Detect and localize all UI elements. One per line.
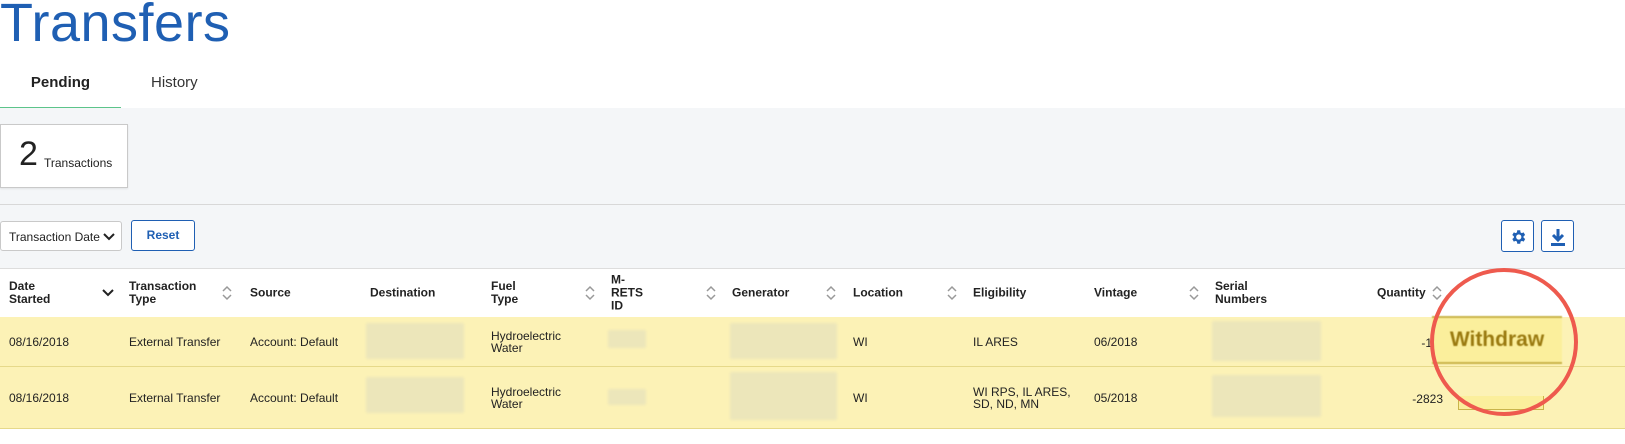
cell-date-started: 08/16/2018 [9,335,70,349]
settings-button[interactable] [1501,220,1534,252]
cell-source: Account: Default [250,391,339,405]
cell-location: WI [853,391,868,405]
transaction-count-card: 2 Transactions [0,124,128,188]
cell-fuel-type: Hydroelectric Water [491,385,562,411]
table-header: Date Started Transaction Type Source Des… [0,268,1625,318]
chevron-down-icon [102,289,114,297]
withdraw-button[interactable] [1458,396,1544,410]
page-title: Transfers [0,0,231,53]
cell-vintage: 05/2018 [1094,391,1138,405]
sort-icon [1432,285,1442,301]
download-button[interactable] [1541,220,1574,252]
redacted-destination [366,323,464,359]
sort-icon [585,285,595,301]
tab-bar: Pending History [0,60,1625,111]
cell-fuel-type: Hydroelectric Water [491,329,562,355]
tab-history[interactable]: History [151,74,198,91]
redacted-mrets-id [608,389,646,405]
col-transaction-type[interactable]: Transaction Type [129,269,232,317]
tab-pending[interactable]: Pending [0,74,121,111]
transaction-count-label: Transactions [44,156,113,170]
cell-eligibility: IL ARES [973,335,1018,349]
table-row[interactable]: 08/16/2018 External Transfer Account: De… [0,317,1625,367]
cell-location: WI [853,335,868,349]
redacted-mrets-id [608,330,646,348]
sort-icon [826,285,836,301]
cell-transaction-type: External Transfer [129,335,221,349]
transaction-count: 2 [19,135,38,173]
sort-select[interactable]: Transaction Date [0,221,122,251]
redacted-destination [366,377,464,413]
redacted-serial-numbers [1212,321,1321,361]
table-row[interactable]: 08/16/2018 External Transfer Account: De… [0,367,1625,429]
cell-date-started: 08/16/2018 [9,391,70,405]
sort-icon [1189,285,1199,301]
sort-icon [706,285,716,301]
cell-source: Account: Default [250,335,339,349]
divider [0,204,1625,205]
sort-icon [947,285,957,301]
download-icon [1551,229,1565,246]
cell-eligibility: WI RPS, IL ARES, SD, ND, MN [973,385,1071,411]
cell-transaction-type: External Transfer [129,391,221,405]
redacted-serial-numbers [1212,375,1321,417]
sort-select-value: Transaction Date [9,230,100,244]
withdraw-button[interactable]: Withdraw [1432,316,1562,364]
redacted-generator [730,372,837,420]
cell-vintage: 06/2018 [1094,335,1138,349]
gear-icon [1512,230,1526,244]
cell-quantity: -1 [1421,336,1432,350]
reset-button[interactable]: Reset [131,220,195,251]
redacted-generator [730,323,837,359]
cell-quantity: -2823 [1412,392,1443,406]
chevron-down-icon [103,233,115,241]
sort-icon [222,285,232,301]
